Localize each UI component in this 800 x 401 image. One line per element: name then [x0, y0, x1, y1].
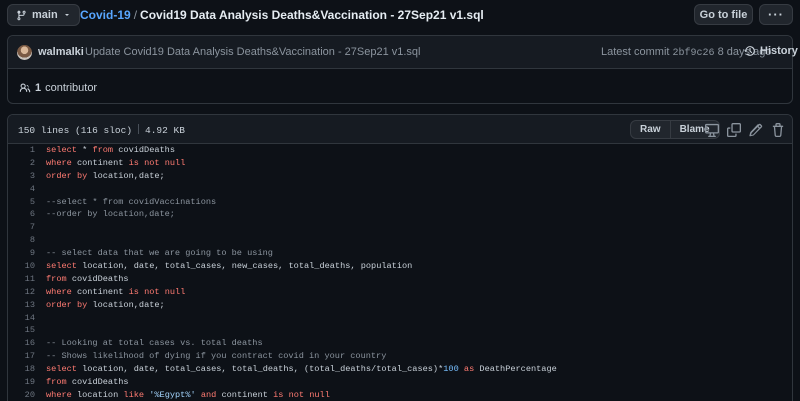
people-icon	[19, 83, 31, 93]
file-viewer: 150 lines (116 sloc) 4.92 KB Raw Blame 1s…	[7, 114, 793, 401]
breadcrumb-file-name: Covid19 Data Analysis Deaths&Vaccination…	[140, 8, 484, 22]
breadcrumb-repo-link[interactable]: Covid-19	[80, 8, 131, 22]
code-listing: 1 select * from covidDeaths 2 where contine…	[8, 144, 792, 401]
code-line: 3 order by location,date;	[8, 170, 792, 183]
line-number[interactable]: 3	[8, 170, 35, 183]
file-info-divider	[138, 124, 140, 134]
line-content: -- Looking at total cases vs. total deat…	[46, 338, 263, 349]
desktop-icon[interactable]	[705, 123, 719, 137]
breadcrumb-separator: /	[133, 8, 138, 22]
commit-header: walmalki Update Covid19 Data Analysis De…	[8, 36, 798, 69]
line-content: select location, date, total_cases, tota…	[46, 364, 557, 375]
file-header: 150 lines (116 sloc) 4.92 KB Raw Blame	[8, 115, 792, 144]
line-number[interactable]: 4	[8, 183, 35, 196]
code-line: 2 where continent is not null	[8, 157, 792, 170]
line-content: where continent is not null	[46, 157, 186, 168]
trash-icon[interactable]	[771, 123, 785, 137]
code-line: 14	[8, 312, 792, 325]
avatar[interactable]	[17, 45, 32, 60]
code-line: 16 -- Looking at total cases vs. total de…	[8, 337, 792, 350]
line-number[interactable]: 18	[8, 363, 35, 376]
file-size: 4.92 KB	[145, 125, 185, 136]
code-line: 20 where location like '%Egypt%' and cont…	[8, 389, 792, 401]
commit-message-link[interactable]: Update Covid19 Data Analysis Deaths&Vacc…	[85, 46, 421, 58]
line-content	[35, 221, 46, 234]
code-line: 18 select location, date, total_cases, to…	[8, 363, 792, 376]
git-branch-icon	[17, 10, 26, 20]
code-line: 9 -- select data that we are going to be …	[8, 247, 792, 260]
line-number[interactable]: 16	[8, 337, 35, 350]
code-line: 10 select location, date, total_cases, ne…	[8, 260, 792, 273]
file-navigation-bar: main Covid-19/Covid19 Data Analysis Deat…	[0, 0, 800, 30]
line-content: order by location,date;	[46, 170, 165, 181]
line-number[interactable]: 14	[8, 312, 35, 325]
line-number[interactable]: 8	[8, 234, 35, 247]
go-to-file-button[interactable]: Go to file	[694, 4, 753, 25]
line-number[interactable]: 6	[8, 208, 35, 221]
code-line: 17 -- Shows likelihood of dying if you co…	[8, 350, 792, 363]
more-options-button[interactable]: ···	[759, 4, 793, 25]
raw-button[interactable]: Raw	[630, 120, 671, 139]
breadcrumb: Covid-19/Covid19 Data Analysis Deaths&Va…	[80, 8, 484, 22]
history-button[interactable]: History	[744, 45, 798, 57]
commit-author-link[interactable]: walmalki	[38, 46, 84, 58]
line-content: --order by location,date;	[46, 209, 175, 220]
line-number[interactable]: 20	[8, 389, 35, 401]
commit-sha-link[interactable]: 2bf9c26	[673, 48, 715, 59]
latest-commit-box: walmalki Update Covid19 Data Analysis De…	[7, 35, 798, 104]
pencil-icon[interactable]	[749, 123, 763, 137]
line-content: order by location,date;	[46, 299, 165, 310]
line-number[interactable]: 7	[8, 221, 35, 234]
file-info: 150 lines (116 sloc) 4.92 KB	[18, 124, 185, 136]
line-content: --select * from covidVaccinations	[46, 196, 217, 207]
line-content	[35, 312, 46, 325]
code-line: 8	[8, 234, 792, 247]
code-line: 13 order by location,date;	[8, 299, 792, 312]
line-number[interactable]: 10	[8, 260, 35, 273]
line-number[interactable]: 15	[8, 324, 35, 337]
line-content: from covidDeaths	[46, 273, 129, 284]
line-content: -- Shows likelihood of dying if you cont…	[46, 351, 387, 362]
line-number[interactable]: 19	[8, 376, 35, 389]
line-number[interactable]: 2	[8, 157, 35, 170]
code-line: 6 --order by location,date;	[8, 208, 792, 221]
code-line: 5 --select * from covidVaccinations	[8, 196, 792, 209]
code-line: 4	[8, 183, 792, 196]
line-content: select * from covidDeaths	[46, 145, 175, 155]
line-number[interactable]: 12	[8, 286, 35, 299]
line-content: from covidDeaths	[46, 377, 129, 388]
line-number[interactable]: 9	[8, 247, 35, 260]
contributors-info[interactable]: 1 contributor	[19, 82, 97, 94]
line-content: where location like '%Egypt%' and contin…	[46, 389, 330, 400]
contributors-count: 1	[35, 82, 42, 94]
line-number[interactable]: 1	[8, 144, 35, 157]
line-content: where continent is not null	[46, 286, 186, 297]
contributors-label: contributor	[45, 82, 98, 94]
code-line: 11 from covidDeaths	[8, 273, 792, 286]
line-content	[35, 234, 46, 247]
chevron-down-icon	[64, 14, 69, 16]
code-line: 15	[8, 324, 792, 337]
code-line: 12 where continent is not null	[8, 286, 792, 299]
line-content: select location, date, total_cases, new_…	[46, 261, 413, 272]
code-line: 1 select * from covidDeaths	[8, 144, 792, 157]
copy-icon[interactable]	[727, 123, 741, 137]
line-content	[35, 183, 46, 196]
line-number[interactable]: 5	[8, 196, 35, 209]
line-number[interactable]: 13	[8, 299, 35, 312]
history-label: History	[760, 45, 798, 57]
code-line: 7	[8, 221, 792, 234]
code-line: 19 from covidDeaths	[8, 376, 792, 389]
line-number[interactable]: 11	[8, 273, 35, 286]
line-content: -- select data that we are going to be u…	[46, 248, 273, 259]
history-icon	[744, 46, 755, 56]
latest-commit-label: Latest commit	[601, 46, 670, 58]
line-number[interactable]: 17	[8, 350, 35, 363]
branch-selector-button[interactable]: main	[7, 4, 80, 26]
line-content	[35, 324, 46, 337]
branch-name: main	[32, 9, 58, 21]
file-lines-info: 150 lines (116 sloc)	[18, 125, 133, 136]
